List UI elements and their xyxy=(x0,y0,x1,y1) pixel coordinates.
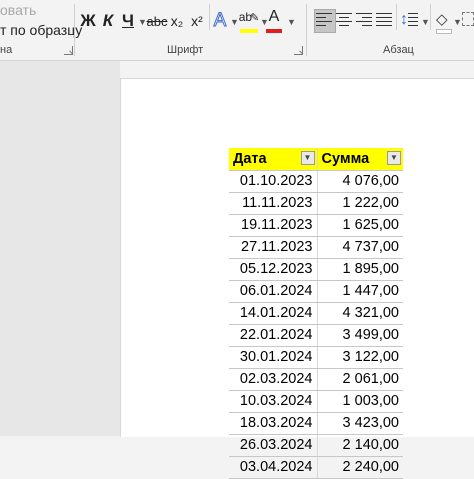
format-painter-button[interactable]: т по образцу xyxy=(0,22,82,38)
clipboard-copy-label[interactable]: овать xyxy=(0,2,36,18)
cell-sum[interactable]: 1 003,00 xyxy=(317,390,403,413)
superscript-button[interactable]: x² xyxy=(188,10,206,32)
cell-date[interactable]: 30.01.2024 xyxy=(229,346,318,369)
cell-sum[interactable]: 4 737,00 xyxy=(317,236,403,259)
line-spacing-icon[interactable]: ↕ xyxy=(400,11,408,29)
font-subseparator xyxy=(209,4,210,30)
cell-sum[interactable]: 3 423,00 xyxy=(317,412,403,435)
font-color-button[interactable]: A xyxy=(266,6,282,28)
ribbon: овать т по образцу на Ж К Ч ▼ abc x₂ x² … xyxy=(0,0,474,61)
group-separator xyxy=(74,4,75,56)
cell-sum[interactable]: 1 895,00 xyxy=(317,258,403,281)
cell-sum[interactable]: 2 140,00 xyxy=(317,434,403,457)
cell-date[interactable]: 26.03.2024 xyxy=(229,434,318,457)
table-header-row: Дата ▼ Сумма ▼ xyxy=(229,148,403,171)
cell-sum[interactable]: 4 076,00 xyxy=(317,170,403,193)
cell-sum[interactable]: 3 122,00 xyxy=(317,346,403,369)
cell-date[interactable]: 06.01.2024 xyxy=(229,280,318,303)
cell-sum[interactable]: 2 061,00 xyxy=(317,368,403,391)
table-row: 18.03.2024 3 423,00 xyxy=(229,412,403,435)
strikethrough-button[interactable]: abc xyxy=(146,10,168,32)
table-row: 06.01.2024 1 447,00 xyxy=(229,280,403,303)
cell-date[interactable]: 05.12.2023 xyxy=(229,258,318,281)
cell-sum[interactable]: 1 447,00 xyxy=(317,280,403,303)
cell-sum[interactable]: 1 625,00 xyxy=(317,214,403,237)
clipboard-group-label: на xyxy=(0,44,13,56)
subscript-button[interactable]: x₂ xyxy=(168,10,186,32)
table-row: 19.11.2023 1 625,00 xyxy=(229,214,403,237)
align-center-icon[interactable] xyxy=(336,13,354,29)
data-table: Дата ▼ Сумма ▼ 01.10.2023 4 076,00 11.11.2… xyxy=(229,148,403,479)
align-left-icon[interactable] xyxy=(316,13,334,29)
table-row: 03.04.2024 2 240,00 xyxy=(229,456,403,479)
italic-button[interactable]: К xyxy=(100,10,116,32)
underline-button[interactable]: Ч xyxy=(120,10,136,32)
table-row: 14.01.2024 4 321,00 xyxy=(229,302,403,325)
table-row: 10.03.2024 1 003,00 xyxy=(229,390,403,413)
paragraph-subseparator xyxy=(430,4,431,30)
paragraph-subseparator xyxy=(396,4,397,30)
font-color-dropdown-icon[interactable]: ▼ xyxy=(287,17,296,27)
table-row: 26.03.2024 2 140,00 xyxy=(229,434,403,457)
cell-date[interactable]: 19.11.2023 xyxy=(229,214,318,237)
borders-icon[interactable] xyxy=(462,12,474,26)
shading-color-bar xyxy=(436,29,452,34)
table-row: 22.01.2024 3 499,00 xyxy=(229,324,403,347)
table-row: 02.03.2024 2 061,00 xyxy=(229,368,403,391)
cell-sum[interactable]: 2 240,00 xyxy=(317,456,403,479)
table-row: 11.11.2023 1 222,00 xyxy=(229,192,403,215)
font-launcher-icon[interactable] xyxy=(294,46,303,55)
cell-date[interactable]: 11.11.2023 xyxy=(229,192,318,215)
cell-sum[interactable]: 4 321,00 xyxy=(317,302,403,325)
group-separator xyxy=(306,4,307,56)
table-row: 01.10.2023 4 076,00 xyxy=(229,170,403,193)
cell-sum[interactable]: 1 222,00 xyxy=(317,192,403,215)
cell-date[interactable]: 18.03.2024 xyxy=(229,412,318,435)
document-background xyxy=(0,61,120,436)
cell-date[interactable]: 02.03.2024 xyxy=(229,368,318,391)
cell-date[interactable]: 10.03.2024 xyxy=(229,390,318,413)
font-group-label: Шрифт xyxy=(167,44,204,56)
highlight-color-bar xyxy=(240,29,258,33)
shading-icon[interactable]: ◇ xyxy=(436,10,448,28)
line-spacing-dropdown-icon[interactable]: ▼ xyxy=(421,17,430,27)
shading-dropdown-icon[interactable]: ▼ xyxy=(453,17,462,27)
clipboard-launcher-icon[interactable] xyxy=(64,46,73,55)
highlighter-pen-icon: ✎ xyxy=(250,11,260,24)
text-effects-dropdown-icon[interactable]: ▼ xyxy=(230,17,239,27)
bold-button[interactable]: Ж xyxy=(80,10,96,32)
align-right-icon[interactable] xyxy=(356,13,374,29)
table-row: 05.12.2023 1 895,00 xyxy=(229,258,403,281)
text-effects-button[interactable]: A xyxy=(212,10,228,32)
cell-date[interactable]: 27.11.2023 xyxy=(229,236,318,259)
table-row: 27.11.2023 4 737,00 xyxy=(229,236,403,259)
justify-icon[interactable] xyxy=(376,13,394,29)
cell-date[interactable]: 01.10.2023 xyxy=(229,170,318,193)
highlight-button[interactable]: ab ✎ xyxy=(239,6,260,28)
header-sum-label: Сумма xyxy=(321,150,370,167)
header-sum[interactable]: Сумма ▼ xyxy=(317,148,403,171)
cell-date[interactable]: 14.01.2024 xyxy=(229,302,318,325)
filter-dropdown-icon[interactable]: ▼ xyxy=(387,151,401,165)
paragraph-group-label: Абзац xyxy=(383,44,414,56)
table-row: 30.01.2024 3 122,00 xyxy=(229,346,403,369)
cell-date[interactable]: 22.01.2024 xyxy=(229,324,318,347)
cell-date[interactable]: 03.04.2024 xyxy=(229,456,318,479)
header-date-label: Дата xyxy=(233,150,267,167)
font-color-bar xyxy=(266,29,282,33)
filter-dropdown-icon[interactable]: ▼ xyxy=(300,151,315,165)
cell-sum[interactable]: 3 499,00 xyxy=(317,324,403,347)
header-date[interactable]: Дата ▼ xyxy=(229,148,318,171)
